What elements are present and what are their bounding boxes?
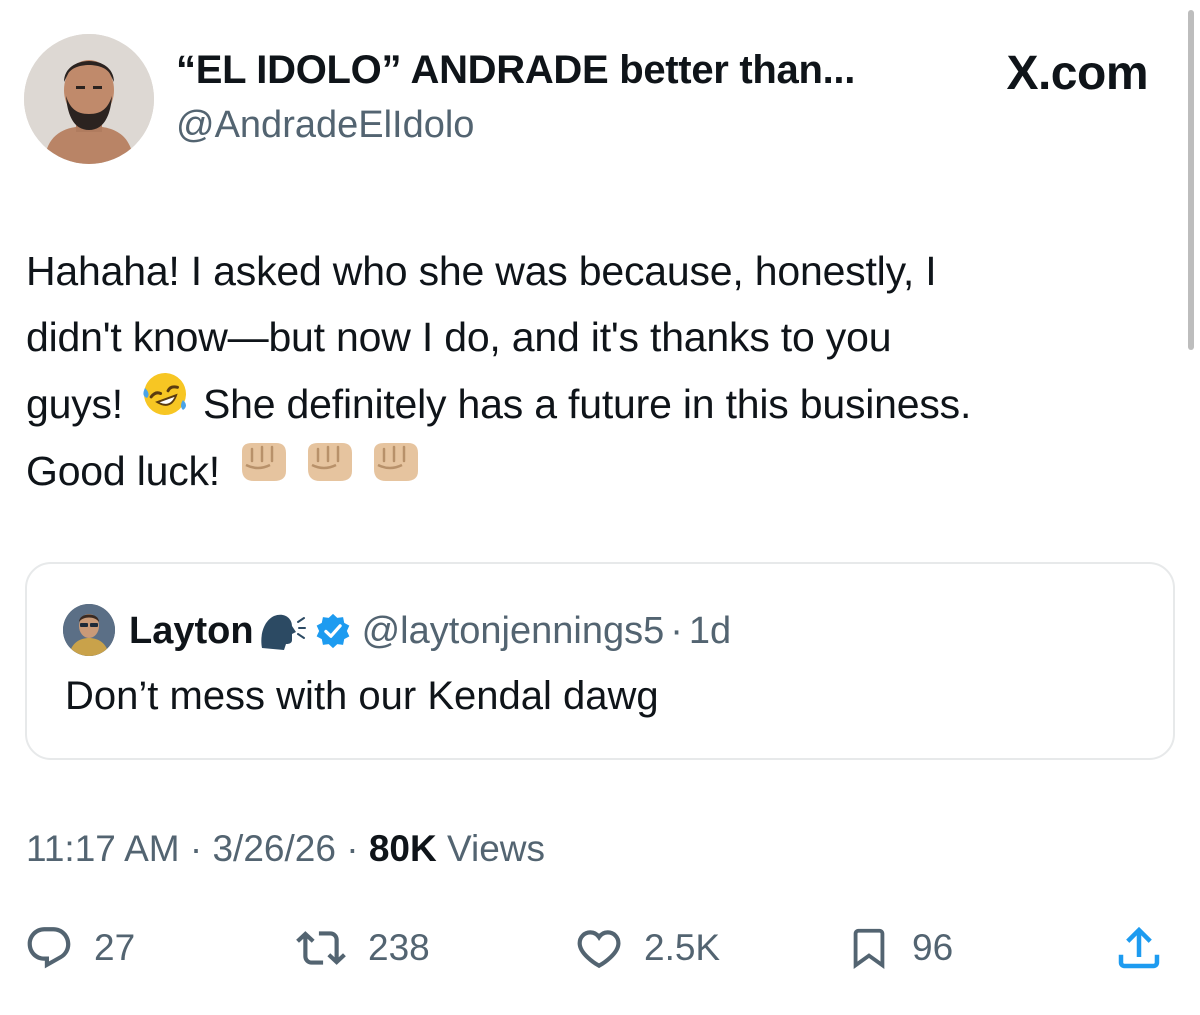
bookmark-count: 96: [912, 927, 954, 968]
oncoming-fist-emoji: [236, 437, 292, 504]
tweet-line-text: She definitely has a future in this busi…: [203, 380, 972, 427]
like-count: 2.5K: [644, 927, 721, 968]
site-watermark: X.com: [1006, 46, 1148, 101]
bookmark-button[interactable]: 96: [846, 918, 953, 978]
separator-dot: ·: [346, 828, 359, 869]
author-display-name[interactable]: “EL IDOLO” ANDRADE better than...: [176, 48, 855, 93]
quoted-tweet-age[interactable]: 1d: [689, 610, 731, 653]
bookmark-icon: [853, 928, 885, 969]
tweet-meta: 11:17 AM · 3/26/26 · 80K Views: [26, 828, 545, 870]
repost-count: 238: [368, 927, 430, 968]
views-count: 80K: [368, 828, 437, 869]
views-label: Views: [447, 828, 546, 869]
like-button[interactable]: 2.5K: [572, 918, 720, 978]
quoted-author-name[interactable]: Layton: [129, 610, 254, 653]
tweet-line: Hahaha! I asked who she was because, hon…: [26, 248, 937, 294]
oncoming-fist-emoji: [302, 437, 358, 504]
author-avatar[interactable]: [24, 34, 154, 164]
author-handle[interactable]: @AndradeElIdolo: [176, 104, 474, 147]
quoted-tweet[interactable]: Layton @laytonjennings5 · 1d Don’t mess …: [25, 562, 1175, 760]
reply-bubble-icon: [27, 927, 71, 969]
speaking-head-icon: [258, 610, 306, 652]
reply-button[interactable]: 27: [24, 918, 135, 978]
separator-dot: ·: [189, 828, 203, 869]
site-label: X.com: [1006, 47, 1148, 100]
quoted-author-avatar[interactable]: [63, 604, 115, 656]
quoted-avatar-image: [63, 604, 115, 656]
tweet-text: Hahaha! I asked who she was because, hon…: [26, 238, 1176, 504]
share-button[interactable]: [1112, 918, 1166, 978]
heart-icon: [577, 930, 621, 969]
tweet-line: didn't know—but now I do, and it's thank…: [26, 314, 892, 360]
author-avatar-image: [24, 34, 154, 164]
scrollbar[interactable]: [1188, 10, 1194, 350]
quoted-author-handle[interactable]: @laytonjennings5: [362, 610, 665, 653]
quoted-header: Layton @laytonjennings5 · 1d: [129, 604, 731, 658]
reply-count: 27: [94, 927, 136, 968]
tweet-line-text: Good luck!: [26, 447, 220, 494]
tweet-line-text: guys!: [26, 380, 123, 427]
quoted-tweet-text: Don’t mess with our Kendal dawg: [65, 674, 659, 718]
repost-button[interactable]: 238: [294, 918, 430, 978]
share-icon: [1118, 926, 1160, 969]
tweet-line: Good luck!: [26, 437, 1176, 504]
tweet-time[interactable]: 11:17 AM: [26, 828, 180, 869]
tweet-line: guys! She definitely has a future in thi…: [26, 370, 1176, 437]
oncoming-fist-emoji: [368, 437, 424, 504]
tweet-date[interactable]: 3/26/26: [212, 828, 335, 869]
action-bar: 27 238 2.5K 96: [0, 918, 1200, 978]
rolling-on-floor-laughing-emoji: [141, 370, 189, 437]
separator-dot: ·: [670, 609, 683, 652]
verified-badge-icon[interactable]: [314, 612, 352, 650]
repost-icon: [296, 931, 346, 965]
